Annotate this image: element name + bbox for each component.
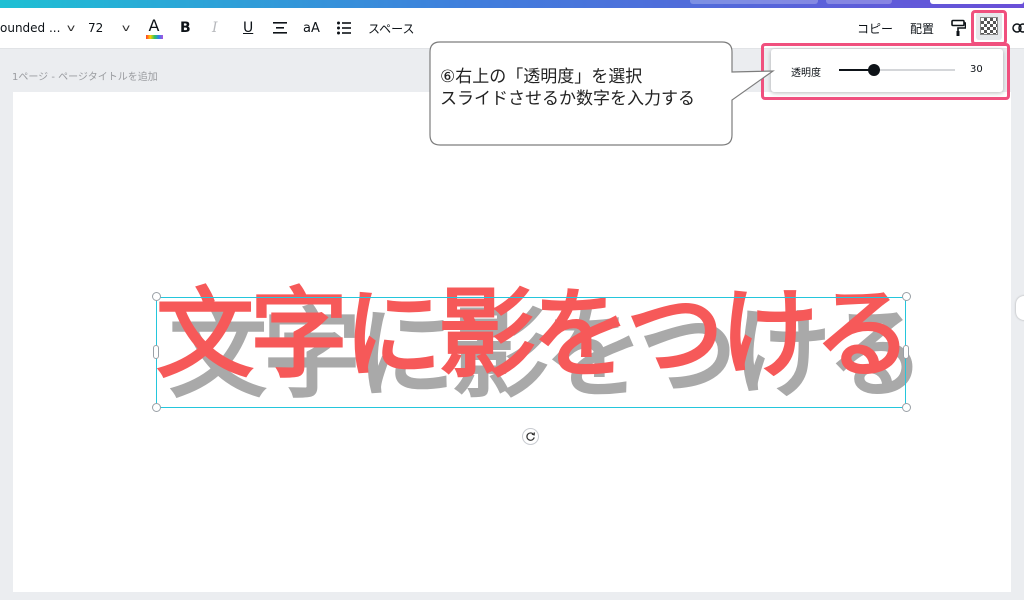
rotate-handle[interactable] [522,428,539,445]
selection-box [156,297,906,408]
callout-line-2: スライドさせるか数字を入力する [440,89,695,109]
resize-handle-top-right[interactable] [902,292,911,301]
callout-line-1: ⑥右上の「透明度」を選択 [440,67,643,87]
resize-handle-left[interactable] [153,345,159,359]
resize-handle-top-left[interactable] [152,292,161,301]
resize-handle-bottom-left[interactable] [152,403,161,412]
callout-text: ⑥右上の「透明度」を選択 スライドさせるか数字を入力する [440,66,695,110]
resize-handle-bottom-right[interactable] [902,403,911,412]
rotate-icon [526,432,535,441]
page-side-button[interactable] [1016,296,1024,320]
resize-handle-right[interactable] [903,345,909,359]
